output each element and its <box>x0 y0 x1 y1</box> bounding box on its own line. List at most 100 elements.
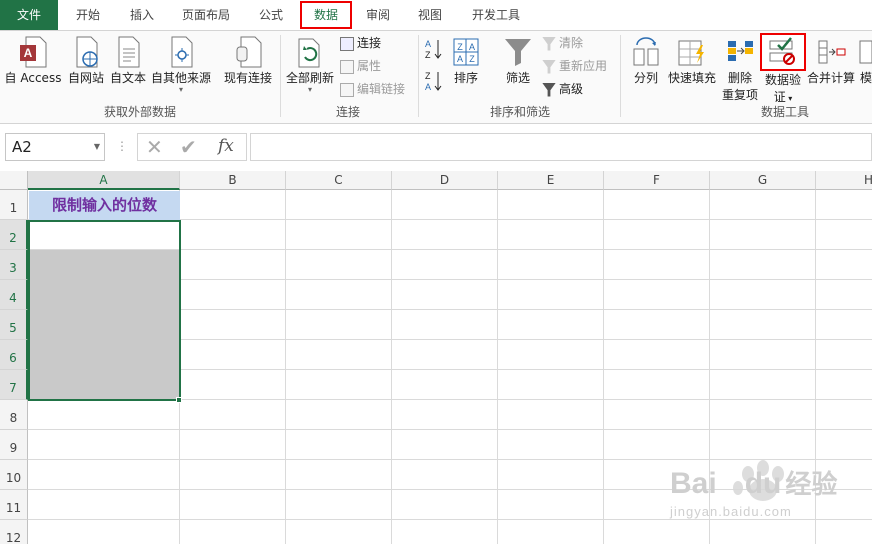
text-to-columns-label: 分列 <box>633 71 658 85</box>
from-text-label: 自文本 <box>109 71 146 85</box>
row-header-6[interactable]: 6 <box>0 340 28 370</box>
column-header-f[interactable]: F <box>604 171 710 190</box>
enter-check-icon[interactable]: ✔ <box>180 135 197 159</box>
other-sources-icon <box>171 36 193 68</box>
group-label-get-external-data: 获取外部数据 <box>103 105 176 119</box>
gridline <box>285 190 286 544</box>
column-header-d[interactable]: D <box>392 171 498 190</box>
column-header-a[interactable]: A <box>28 171 180 190</box>
what-if-label: 模 <box>859 71 872 85</box>
advanced-filter-icon <box>542 82 556 97</box>
gridline <box>391 190 392 544</box>
access-icon: A <box>20 36 47 68</box>
select-all-corner[interactable] <box>0 171 28 190</box>
data-validation-button[interactable] <box>760 33 806 71</box>
ribbon-tabs: 文件 开始 插入 页面布局 公式 数据 审阅 视图 开发工具 <box>0 0 872 31</box>
data-validation-icon <box>769 37 795 65</box>
edit-links-button[interactable]: 编辑链接 <box>340 80 405 98</box>
row-header-1[interactable]: 1 <box>0 190 28 220</box>
connections-button[interactable]: 连接 <box>340 34 381 52</box>
from-access-label: 自 Access <box>4 71 62 85</box>
row-header-5[interactable]: 5 <box>0 310 28 340</box>
advanced-filter-button[interactable]: 高级 <box>542 80 583 98</box>
gridline <box>497 190 498 544</box>
column-header-c[interactable]: C <box>286 171 392 190</box>
watermark-brand-2: du <box>744 467 782 500</box>
fill-handle[interactable] <box>176 397 182 403</box>
name-box[interactable]: A2 ▼ <box>5 133 105 161</box>
column-header-g[interactable]: G <box>710 171 816 190</box>
filter-funnel-icon <box>505 39 531 66</box>
row-header-12[interactable]: 12 <box>0 520 28 544</box>
column-header-b[interactable]: B <box>180 171 286 190</box>
more-options-icon: ⋮ <box>116 139 128 153</box>
data-validation-label-wrap[interactable]: 数据验 证 ▾ <box>760 71 806 105</box>
sort-button[interactable]: Z A A Z 排序 <box>446 35 486 86</box>
svg-text:A: A <box>24 46 33 60</box>
column-header-e[interactable]: E <box>498 171 604 190</box>
refresh-icon <box>298 38 320 68</box>
row-header-10[interactable]: 10 <box>0 460 28 490</box>
consolidate-button[interactable]: 合并计算 <box>806 35 856 86</box>
row-header-9[interactable]: 9 <box>0 430 28 460</box>
connections-icon <box>340 36 354 51</box>
selection-border <box>28 220 181 401</box>
row-header-3[interactable]: 3 <box>0 250 28 280</box>
tab-home[interactable]: 开始 <box>62 0 114 30</box>
group-label-sort-filter: 排序和筛选 <box>489 105 550 119</box>
clear-filter-button[interactable]: 清除 <box>542 34 583 52</box>
svg-text:A: A <box>425 82 431 92</box>
reapply-label: 重新应用 <box>559 59 608 73</box>
remove-duplicates-icon <box>728 41 753 61</box>
cell-a1[interactable]: 限制输入的位数 <box>29 191 180 220</box>
existing-connections-button[interactable]: 现有连接 <box>220 35 276 86</box>
properties-label: 属性 <box>357 59 382 73</box>
row-header-2[interactable]: 2 <box>0 220 28 250</box>
text-to-columns-button[interactable]: 分列 <box>626 35 666 86</box>
column-header-h[interactable]: H <box>816 171 872 190</box>
from-web-label: 自网站 <box>67 71 104 85</box>
remove-duplicates-button[interactable]: 删除 重复项 <box>720 35 760 103</box>
dropdown-arrow-icon: ▾ <box>178 85 183 94</box>
tab-view[interactable]: 视图 <box>406 0 454 30</box>
from-access-button[interactable]: A 自 Access <box>2 35 64 86</box>
tab-insert[interactable]: 插入 <box>116 0 168 30</box>
existing-connections-icon <box>236 36 262 68</box>
row-header-4[interactable]: 4 <box>0 280 28 310</box>
filter-button[interactable]: 筛选 <box>498 35 538 86</box>
group-label-data-tools: 数据工具 <box>760 105 809 119</box>
tab-developer[interactable]: 开发工具 <box>458 0 534 30</box>
tab-page-layout[interactable]: 页面布局 <box>172 0 240 30</box>
tab-formulas[interactable]: 公式 <box>246 0 296 30</box>
tab-file[interactable]: 文件 <box>0 0 58 30</box>
row-header-11[interactable]: 11 <box>0 490 28 520</box>
ribbon: A 自 Access 自网站 自文本 自其他来源 ▾ 现有连接 获取外部数据 全… <box>0 30 872 124</box>
advanced-filter-label: 高级 <box>559 82 584 96</box>
tab-review[interactable]: 审阅 <box>354 0 402 30</box>
edit-links-label: 编辑链接 <box>357 82 406 96</box>
chevron-down-icon[interactable]: ▼ <box>94 134 100 160</box>
properties-button[interactable]: 属性 <box>340 57 381 75</box>
from-web-button[interactable]: 自网站 <box>66 35 106 86</box>
reapply-button[interactable]: 重新应用 <box>542 57 607 75</box>
sort-label: 排序 <box>453 71 478 85</box>
what-if-button[interactable]: 模 <box>856 35 872 86</box>
insert-function-icon[interactable]: fx <box>218 136 234 156</box>
from-other-sources-button[interactable]: 自其他来源 ▾ <box>150 35 212 94</box>
flash-fill-button[interactable]: 快速填充 <box>668 35 716 86</box>
tab-data[interactable]: 数据 <box>300 1 352 31</box>
formula-input[interactable] <box>250 133 872 161</box>
row-header-7[interactable]: 7 <box>0 370 28 400</box>
svg-text:Z: Z <box>457 42 463 52</box>
data-validation-label-2: 证 <box>773 90 786 104</box>
flash-fill-label: 快速填充 <box>668 71 717 85</box>
refresh-all-button[interactable]: 全部刷新 ▾ <box>284 35 336 94</box>
sort-az-button[interactable]: A Z <box>424 37 444 61</box>
group-separator <box>418 35 419 117</box>
sort-za-button[interactable]: Z A <box>424 69 444 93</box>
row-header-8[interactable]: 8 <box>0 400 28 430</box>
existing-connections-label: 现有连接 <box>223 71 272 85</box>
from-text-button[interactable]: 自文本 <box>108 35 148 86</box>
formula-bar: A2 ▼ ⋮ ✕ ✔ fx <box>0 125 872 171</box>
cancel-icon[interactable]: ✕ <box>146 135 163 159</box>
